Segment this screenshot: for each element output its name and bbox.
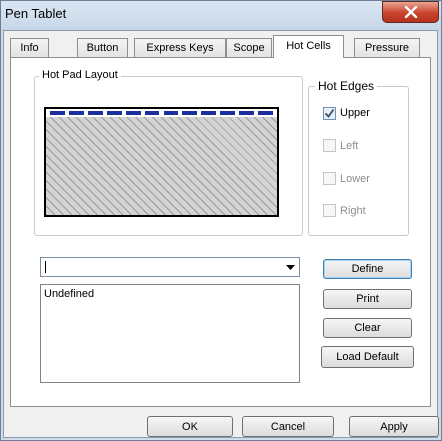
tab-button[interactable]: Button bbox=[77, 38, 128, 57]
hot-cell[interactable] bbox=[239, 111, 255, 115]
title-bar[interactable]: Pen Tablet bbox=[1, 1, 441, 31]
text-caret bbox=[45, 261, 46, 273]
hot-cell[interactable] bbox=[50, 111, 65, 115]
hot-cell-combo[interactable] bbox=[40, 257, 300, 277]
hot-cell[interactable] bbox=[68, 111, 84, 115]
hot-cell[interactable] bbox=[220, 111, 236, 115]
hot-cell[interactable] bbox=[87, 111, 103, 115]
hot-cell[interactable] bbox=[144, 111, 160, 115]
hot-edges-legend: Hot Edges bbox=[315, 79, 378, 93]
lower-checkbox[interactable] bbox=[323, 172, 336, 185]
hot-pad-layout-legend: Hot Pad Layout bbox=[39, 69, 121, 81]
tab-hot-cells[interactable]: Hot Cells bbox=[273, 35, 344, 58]
left-checkbox[interactable] bbox=[323, 139, 336, 152]
clear-button[interactable]: Clear bbox=[323, 318, 412, 338]
chevron-down-icon[interactable] bbox=[286, 265, 295, 270]
define-button[interactable]: Define bbox=[323, 259, 412, 279]
cancel-button[interactable]: Cancel bbox=[242, 416, 334, 437]
hot-cell[interactable] bbox=[125, 111, 141, 115]
window-title: Pen Tablet bbox=[5, 6, 67, 21]
hot-cell[interactable] bbox=[163, 111, 179, 115]
tab-info[interactable]: Info bbox=[10, 38, 49, 57]
ok-button[interactable]: OK bbox=[147, 416, 233, 437]
hot-pad-area[interactable] bbox=[44, 107, 279, 217]
close-icon bbox=[404, 6, 418, 18]
apply-button[interactable]: Apply bbox=[349, 416, 439, 437]
upper-label: Upper bbox=[340, 107, 370, 119]
print-button[interactable]: Print bbox=[323, 289, 412, 309]
tab-pressure[interactable]: Pressure bbox=[354, 38, 420, 57]
close-button[interactable] bbox=[382, 1, 439, 23]
tab-scope[interactable]: Scope bbox=[226, 38, 272, 57]
upper-checkbox[interactable] bbox=[323, 107, 336, 120]
right-label: Right bbox=[340, 205, 366, 217]
list-item[interactable]: Undefined bbox=[44, 288, 94, 300]
left-label: Left bbox=[340, 140, 359, 152]
lower-label: Lower bbox=[340, 173, 370, 185]
hot-cell[interactable] bbox=[182, 111, 198, 115]
load-default-button[interactable]: Load Default bbox=[321, 346, 414, 368]
hot-cell[interactable] bbox=[258, 111, 273, 115]
hot-cell[interactable] bbox=[106, 111, 122, 115]
tab-express-keys[interactable]: Express Keys bbox=[134, 38, 226, 57]
right-checkbox[interactable] bbox=[323, 204, 336, 217]
hot-cell[interactable] bbox=[201, 111, 217, 115]
checkmark-icon bbox=[324, 108, 335, 118]
